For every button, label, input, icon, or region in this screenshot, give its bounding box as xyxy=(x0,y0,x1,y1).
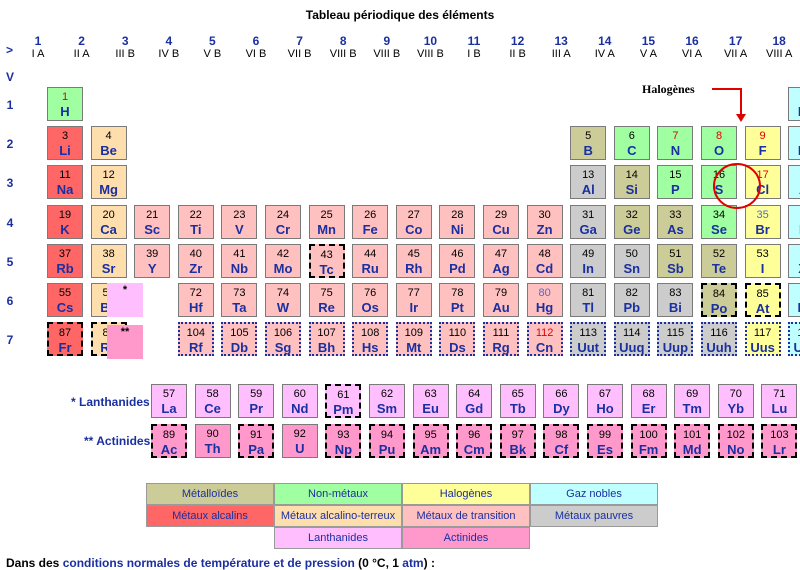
footer-suffix: ) : xyxy=(423,556,435,570)
legend-metaux-alcalins: Métaux alcalins xyxy=(146,505,274,527)
footer-note: Dans des conditions normales de températ… xyxy=(6,556,435,570)
chlorine-highlight-circle xyxy=(713,163,761,209)
legend-non-metaux: Non-métaux xyxy=(274,483,402,505)
legend-metaux-pauvres: Métaux pauvres xyxy=(530,505,658,527)
halogen-arrow xyxy=(712,88,742,116)
ctp-link[interactable]: conditions normales de température et de… xyxy=(63,556,355,570)
legend-metalloides: Métalloïdes xyxy=(146,483,274,505)
legend-metaux-alcalino-terreux: Métaux alcalino-terreux xyxy=(274,505,402,527)
legend-halogenes: Halogènes xyxy=(402,483,530,505)
footer-prefix: Dans des xyxy=(6,556,63,570)
atm-link[interactable]: atm xyxy=(402,556,423,570)
legend-metaux-de-transition: Métaux de transition xyxy=(402,505,530,527)
legend-gaz-nobles: Gaz nobles xyxy=(530,483,658,505)
arrow-head-icon xyxy=(736,114,746,122)
legend-actinides: Actinides xyxy=(402,527,530,549)
footer-mid: (0 °C, 1 xyxy=(354,556,403,570)
legend-lanthanides: Lanthanides xyxy=(274,527,402,549)
